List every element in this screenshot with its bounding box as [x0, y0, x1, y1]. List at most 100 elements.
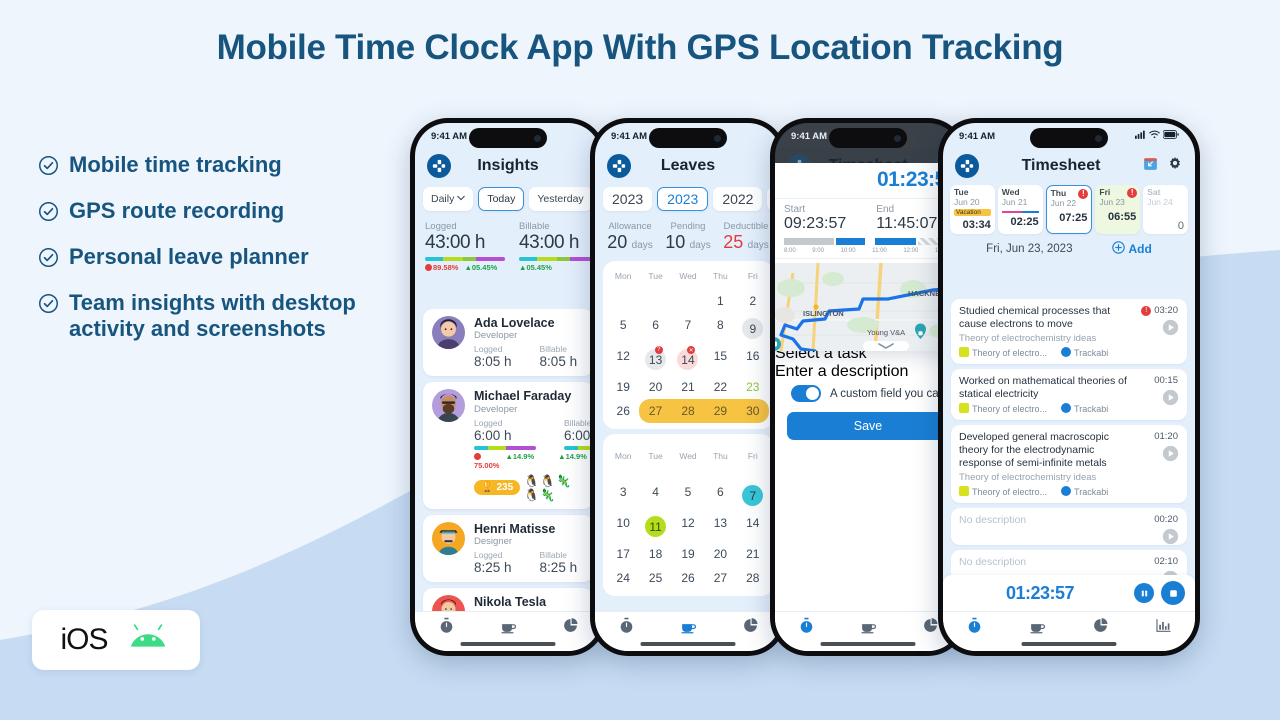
tab-timer-icon[interactable] — [618, 617, 635, 639]
calendar-day[interactable]: 9 — [737, 313, 769, 344]
tab-pie-chart-icon[interactable] — [742, 617, 759, 639]
calendar-day[interactable]: 26 — [672, 566, 704, 590]
day-tab[interactable]: Fri Jun 23 ! 06:55 — [1095, 185, 1141, 234]
calendar-day[interactable] — [672, 289, 704, 313]
calendar-day[interactable]: 26 — [607, 399, 639, 423]
delta-negative: 75.00% — [474, 452, 499, 470]
gear-icon[interactable] — [1167, 156, 1183, 177]
calendar-day[interactable]: 25 — [639, 566, 671, 590]
calendar-day[interactable]: 7 — [737, 469, 769, 511]
calendar-day-label: 11 — [645, 516, 667, 537]
calendar-day[interactable]: 21 — [737, 542, 769, 566]
day-tab[interactable]: Sat Jun 24 0 — [1143, 185, 1188, 234]
calendar-day[interactable]: 30 — [736, 399, 769, 423]
calendar-day[interactable]: 6 — [639, 313, 671, 344]
calendar-day[interactable]: 19 — [607, 375, 639, 399]
calendar-day[interactable]: 8 — [704, 313, 736, 344]
save-button[interactable]: Save — [787, 412, 949, 440]
calendar-day[interactable]: 10 — [607, 511, 639, 542]
billable-label: Billable — [539, 344, 567, 355]
tab-pie-chart-icon[interactable] — [562, 617, 579, 639]
calendar-day[interactable]: 5 — [672, 469, 704, 511]
list-item[interactable]: Worked on mathematical theories of stati… — [951, 369, 1187, 421]
tab-coffee-icon[interactable] — [860, 617, 877, 639]
chip-year-2[interactable]: 2022 — [713, 187, 763, 211]
trackabi-logo-icon[interactable] — [955, 154, 979, 178]
tab-coffee-icon[interactable] — [680, 617, 697, 639]
chip-yesterday[interactable]: Yesterday — [529, 187, 592, 211]
list-item[interactable]: Ada Lovelace Developer Logged 8:05 h Bill… — [423, 309, 593, 377]
custom-field-toggle[interactable] — [791, 385, 821, 402]
calendar-day[interactable]: 6 — [704, 469, 736, 511]
calendar-day[interactable]: 19 — [672, 542, 704, 566]
calendar-day[interactable]: 3 — [607, 469, 639, 511]
calendar-day[interactable]: 2 — [737, 289, 769, 313]
calendar-day[interactable]: 21 — [672, 375, 704, 399]
calendar-day[interactable]: 29 — [704, 399, 737, 423]
trackabi-logo-icon[interactable] — [427, 154, 451, 178]
calendar-day[interactable]: 16 — [737, 344, 769, 375]
calendar-import-icon[interactable] — [1143, 156, 1158, 176]
calendar-day[interactable]: 13 — [704, 511, 736, 542]
tab-timer-icon[interactable] — [798, 617, 815, 639]
calendar-day[interactable] — [607, 289, 639, 313]
add-entry-button[interactable]: Add — [1112, 240, 1152, 257]
tab-pie-chart-icon[interactable] — [1092, 617, 1109, 639]
calendar-day[interactable]: 22 — [704, 375, 736, 399]
tab-timer-icon[interactable] — [438, 617, 455, 639]
calendar-day[interactable]: 20 — [704, 542, 736, 566]
list-item[interactable]: Henri Matisse Designer Logged 8:25 h Bill… — [423, 514, 593, 583]
calendar-day[interactable]: 12 — [672, 511, 704, 542]
pause-icon[interactable] — [1134, 583, 1154, 603]
list-item[interactable]: No description 00:20 — [951, 508, 1187, 545]
calendar-day[interactable]: 12 — [607, 344, 639, 375]
list-item[interactable]: Developed general macroscopic theory for… — [951, 425, 1187, 504]
tab-pie-chart-icon[interactable] — [922, 617, 939, 639]
calendar-day[interactable]: 24 — [607, 566, 639, 590]
day-tab[interactable]: Wed Jun 21 02:25 — [997, 185, 1043, 234]
tab-coffee-icon[interactable] — [500, 617, 517, 639]
calendar-day[interactable]: 27 — [704, 566, 736, 590]
calendar-day[interactable]: 14 — [737, 511, 769, 542]
calendar-day[interactable]: 20 — [639, 375, 671, 399]
chip-year-0[interactable]: 2023 — [603, 187, 653, 211]
calendar-day[interactable]: 4 — [639, 469, 671, 511]
calendar-day[interactable]: 5 — [607, 313, 639, 344]
calendar-day[interactable]: 28 — [737, 566, 769, 590]
calendar-day[interactable]: 7 — [672, 313, 704, 344]
calendar-day[interactable]: 28 — [671, 399, 705, 423]
play-icon[interactable] — [1162, 528, 1179, 550]
description-input[interactable]: Enter a description — [775, 363, 961, 381]
play-icon[interactable] — [1162, 319, 1179, 341]
calendar-day[interactable]: 17 — [607, 542, 639, 566]
calendar-day[interactable]: 15 — [704, 344, 736, 375]
calendar-day[interactable]: 14 ✕ — [672, 344, 704, 375]
calendar-day[interactable]: 11 — [639, 511, 671, 542]
chip-today[interactable]: Today — [478, 187, 525, 211]
calendar-day[interactable]: 23 — [737, 375, 769, 399]
list-item[interactable]: Studied chemical processes that cause el… — [951, 299, 1187, 365]
calendar-day[interactable] — [639, 289, 671, 313]
calendar-day[interactable]: 1 — [704, 289, 736, 313]
trackabi-logo-icon[interactable] — [607, 154, 631, 178]
calendar-day[interactable]: 27 — [639, 399, 672, 423]
calendar-day[interactable]: 13? — [639, 344, 671, 375]
list-item[interactable]: Michael Faraday Developer Logged 6:00 h B… — [423, 382, 601, 509]
tab-timer-icon[interactable] — [966, 617, 983, 639]
calendar-day[interactable]: 18 — [639, 542, 671, 566]
tab-bar-chart-icon[interactable] — [1155, 617, 1172, 639]
chip-year-1[interactable]: 2023 — [657, 187, 709, 211]
entry-meta: Theory of electro... Trackabi — [959, 347, 1179, 358]
day-tab[interactable]: Tue Jun 20 Vacation 03:34 — [950, 185, 995, 234]
chip-daily[interactable]: Daily — [423, 187, 474, 211]
list-item[interactable]: No description 02:10 — [951, 549, 1187, 575]
list-item[interactable]: Nikola Tesla Developer Logged5:32 h Bill… — [423, 588, 593, 611]
gps-route-map[interactable]: HACKNEY ISLINGTON Young V&A Vict — [775, 263, 961, 351]
day-tab[interactable]: Thu Jun 22 ! 07:25 — [1045, 185, 1093, 234]
tab-coffee-icon[interactable] — [1029, 617, 1046, 639]
feature-label: Mobile time tracking — [69, 152, 282, 177]
play-icon[interactable] — [1162, 389, 1179, 411]
logged-label: Logged — [474, 550, 503, 561]
play-icon[interactable] — [1162, 445, 1179, 467]
stop-icon[interactable] — [1161, 581, 1185, 605]
